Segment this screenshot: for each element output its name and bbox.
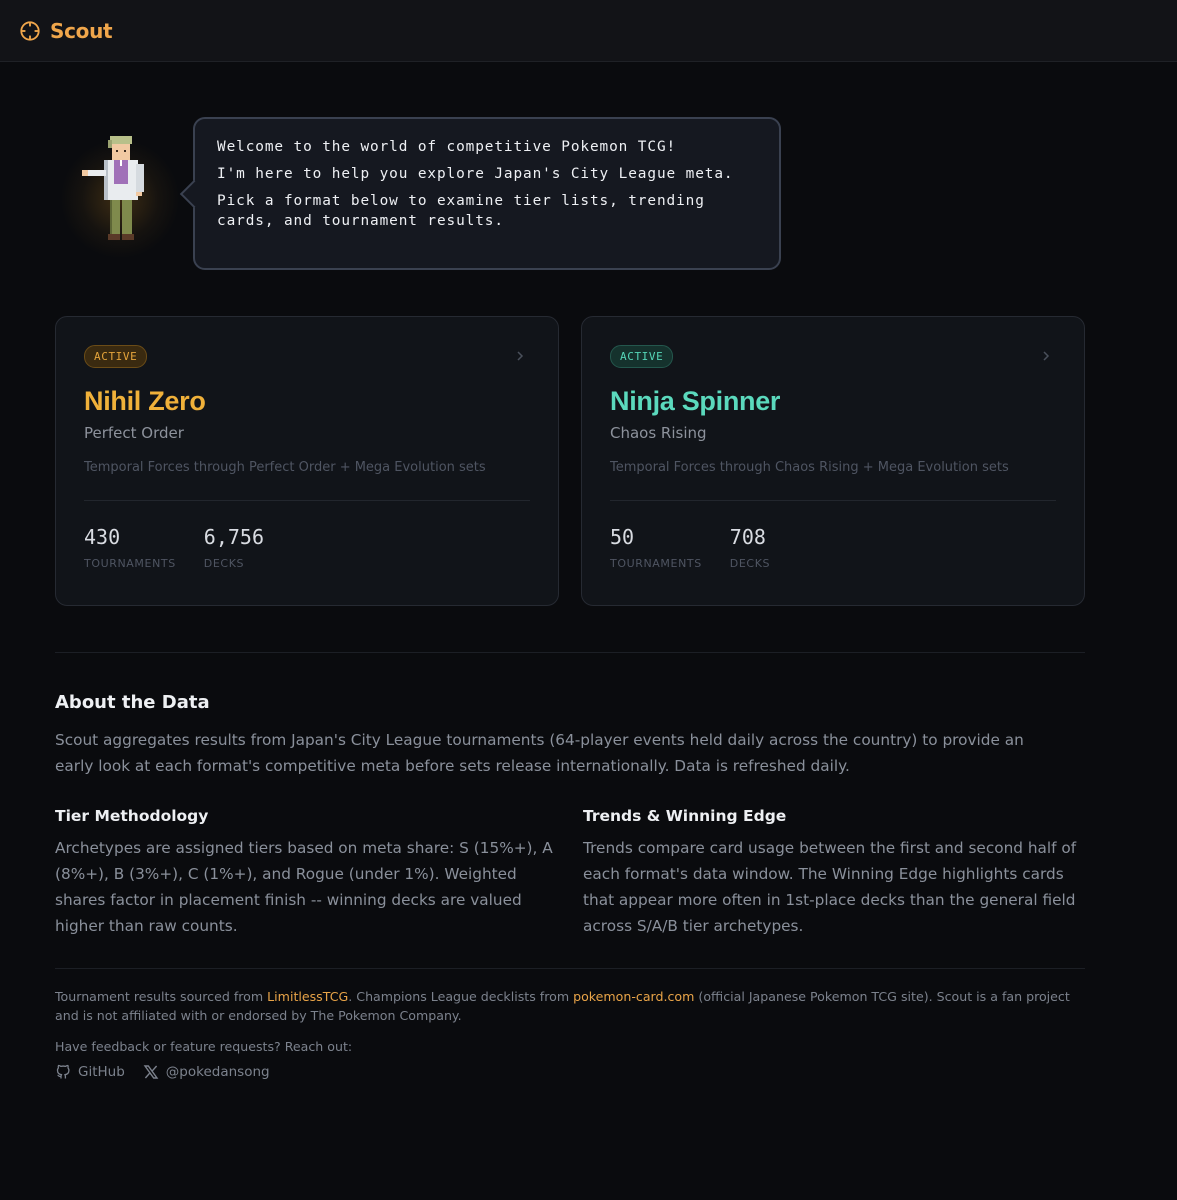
professor-sprite-container xyxy=(55,117,185,270)
stat-tournaments-label: TOURNAMENTS xyxy=(610,557,702,570)
tier-methodology-title: Tier Methodology xyxy=(55,807,209,825)
twitter-link[interactable]: @pokedansong xyxy=(143,1064,270,1080)
stat-tournaments-value: 430 xyxy=(84,525,121,549)
hero-section: Welcome to the world of competitive Poke… xyxy=(55,117,785,270)
welcome-line-2: I'm here to help you explore Japan's Cit… xyxy=(217,166,734,182)
stat-decks: 6,756 DECKS xyxy=(204,525,264,570)
footer-text-1: Tournament results sourced from xyxy=(55,989,268,1004)
stat-tournaments: 430 TOURNAMENTS xyxy=(84,525,176,570)
stat-tournaments: 50 TOURNAMENTS xyxy=(610,525,702,570)
format-name: Ninja Spinner xyxy=(610,386,781,416)
welcome-line-1: Welcome to the world of competitive Poke… xyxy=(217,139,677,155)
github-label: GitHub xyxy=(78,1064,125,1080)
social-links: GitHub @pokedansong xyxy=(55,1064,270,1080)
stat-tournaments-value: 50 xyxy=(610,525,635,549)
format-stats: 50 TOURNAMENTS 708 DECKS xyxy=(610,525,1056,570)
format-card-ninja-spinner[interactable]: ACTIVE Ninja Spinner Chaos Rising Tempor… xyxy=(581,316,1085,606)
top-nav-bar: Scout xyxy=(0,0,1177,62)
format-name: Nihil Zero xyxy=(84,386,206,416)
stat-decks-label: DECKS xyxy=(729,557,771,570)
chevron-right-icon xyxy=(517,351,524,361)
trends-section: Trends & Winning Edge Trends compare car… xyxy=(583,807,1088,939)
trends-text: Trends compare card usage between the fi… xyxy=(583,839,1077,935)
about-text: Scout aggregates results from Japan's Ci… xyxy=(55,731,1024,775)
footer-divider xyxy=(55,968,1085,969)
github-icon xyxy=(56,1064,70,1079)
feedback-text: Have feedback or feature requests? Reach… xyxy=(55,1039,353,1054)
welcome-speech-bubble: Welcome to the world of competitive Poke… xyxy=(193,117,781,270)
brand-home-link[interactable]: Scout xyxy=(19,18,113,43)
format-stats: 430 TOURNAMENTS 6,756 DECKS xyxy=(84,525,530,570)
pokemon-card-link[interactable]: pokemon-card.com xyxy=(573,989,694,1004)
limitless-link[interactable]: LimitlessTCG xyxy=(267,989,348,1004)
stat-tournaments-label: TOURNAMENTS xyxy=(84,557,176,570)
section-divider xyxy=(55,652,1085,653)
card-divider xyxy=(610,500,1056,501)
status-badge: ACTIVE xyxy=(84,345,148,368)
trends-title: Trends & Winning Edge xyxy=(583,807,787,825)
chevron-right-icon xyxy=(1043,351,1050,361)
professor-sprite-icon xyxy=(82,135,144,240)
brand-name: Scout xyxy=(50,18,113,43)
footer-attribution: Tournament results sourced from Limitles… xyxy=(55,987,1085,1025)
stat-decks-value: 708 xyxy=(729,525,766,549)
stat-decks: 708 DECKS xyxy=(730,525,770,570)
format-cards: ACTIVE Nihil Zero Perfect Order Temporal… xyxy=(55,316,1085,606)
footer-text-2: . Champions League decklists from xyxy=(348,989,574,1004)
x-twitter-icon xyxy=(143,1065,159,1079)
status-badge: ACTIVE xyxy=(610,345,674,368)
card-divider xyxy=(84,500,530,501)
stat-decks-label: DECKS xyxy=(203,557,245,570)
format-set: Chaos Rising xyxy=(610,424,707,442)
tier-methodology-text: Archetypes are assigned tiers based on m… xyxy=(55,839,553,935)
crosshair-icon xyxy=(20,20,40,41)
format-description: Temporal Forces through Perfect Order + … xyxy=(84,460,486,475)
format-description: Temporal Forces through Chaos Rising + M… xyxy=(610,460,1009,475)
stat-decks-value: 6,756 xyxy=(203,525,265,549)
github-link[interactable]: GitHub xyxy=(55,1064,125,1080)
tier-methodology-section: Tier Methodology Archetypes are assigned… xyxy=(55,807,560,939)
about-title: About the Data xyxy=(55,692,210,713)
format-card-nihil-zero[interactable]: ACTIVE Nihil Zero Perfect Order Temporal… xyxy=(55,316,559,606)
welcome-line-3: Pick a format below to examine tier list… xyxy=(217,193,705,229)
format-set: Perfect Order xyxy=(84,424,184,442)
twitter-label: @pokedansong xyxy=(165,1064,270,1080)
